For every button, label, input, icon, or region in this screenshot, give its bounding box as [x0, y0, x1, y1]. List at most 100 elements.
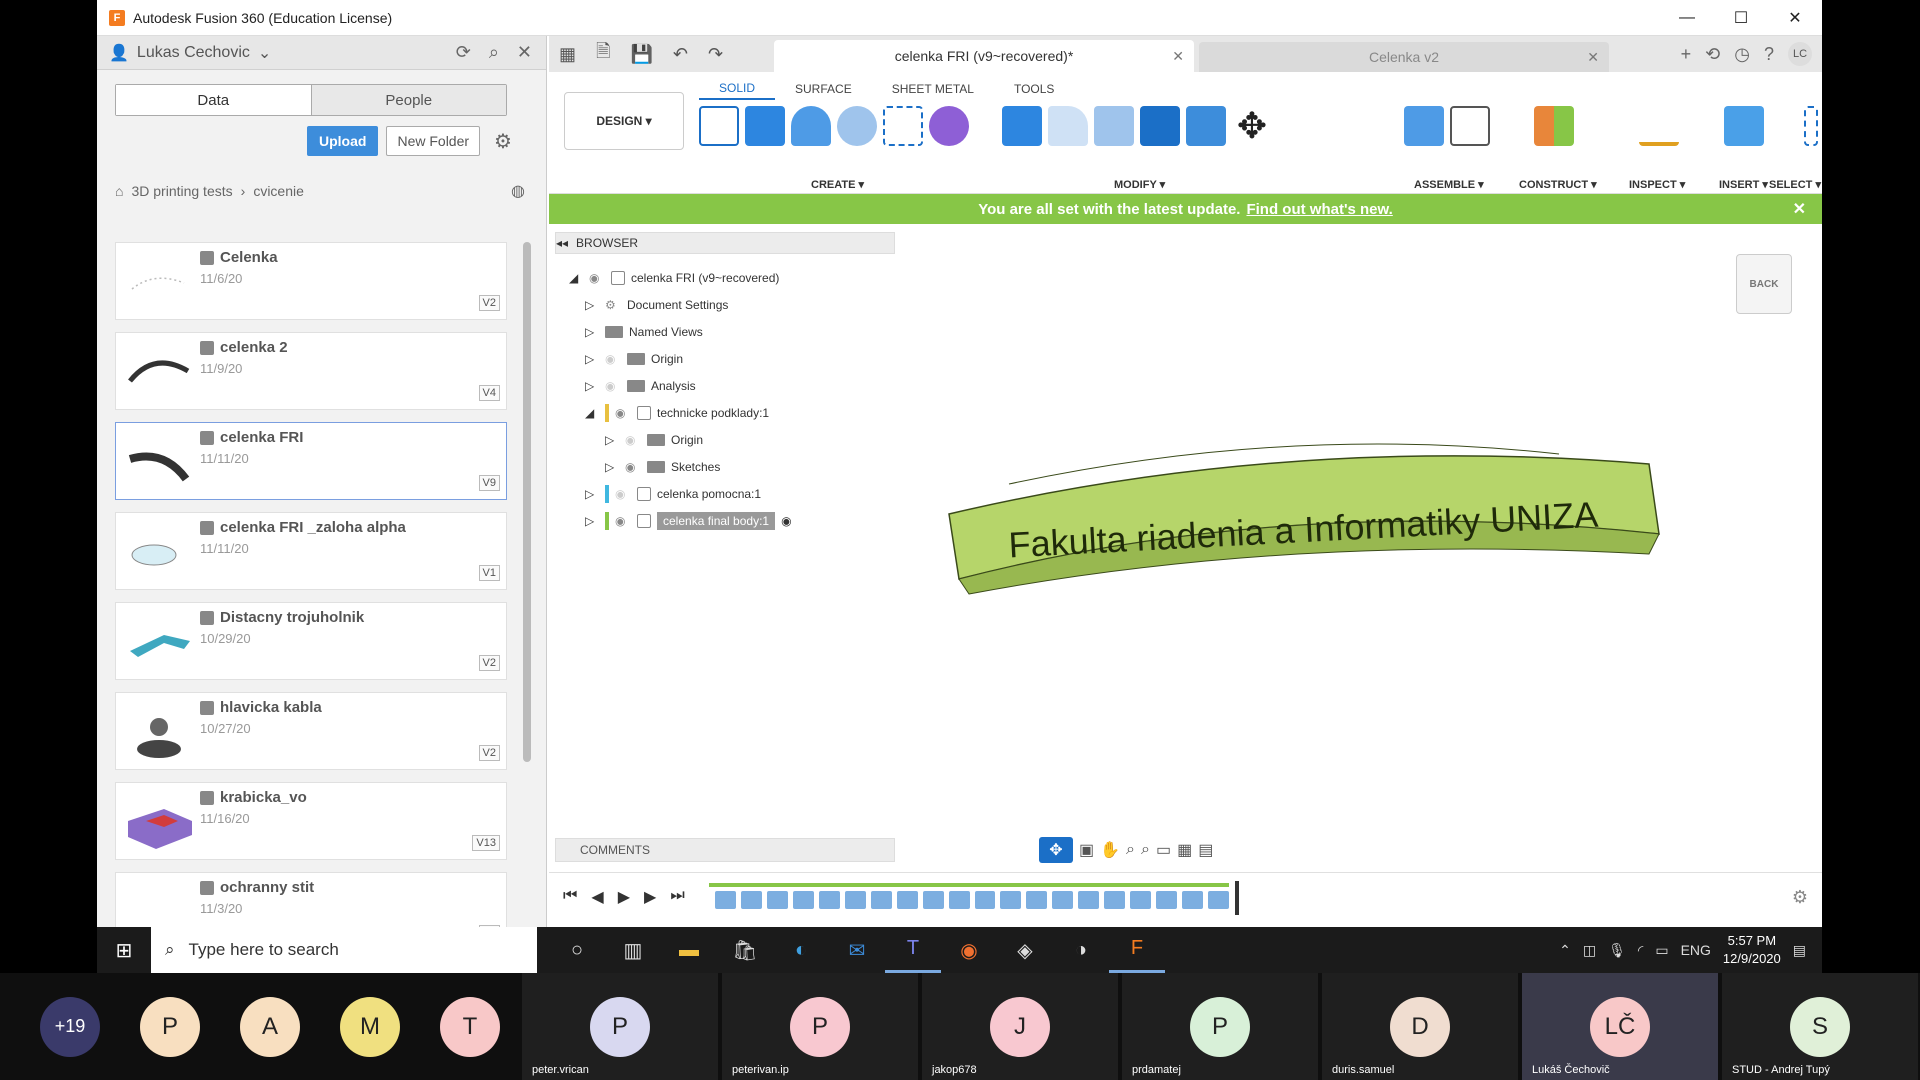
upload-button[interactable]: Upload [307, 126, 379, 156]
eye-icon[interactable]: ◉ [615, 514, 631, 528]
scrollbar[interactable] [523, 242, 531, 762]
tab-tools[interactable]: TOOLS [994, 78, 1074, 100]
new-component-icon[interactable] [1404, 106, 1444, 146]
store-icon[interactable]: 🛍 [717, 927, 773, 973]
participant-tile[interactable]: Dduris.samuel [1322, 973, 1518, 1080]
group-select[interactable]: SELECT [1769, 179, 1812, 191]
close-banner-icon[interactable]: ✕ [1793, 199, 1806, 219]
participant-tile[interactable]: +19 [30, 973, 110, 1080]
microphone-icon[interactable]: 🎙 [1608, 942, 1626, 959]
eye-icon[interactable]: ◉ [615, 406, 631, 420]
job-status-icon[interactable]: ⟲ [1705, 44, 1720, 65]
select-icon[interactable] [1804, 106, 1818, 146]
expand-icon[interactable]: ▷ [585, 487, 599, 501]
clock[interactable]: 5:57 PM 12/9/2020 [1723, 932, 1781, 968]
fusion-taskbar-icon[interactable]: F [1109, 927, 1165, 973]
version-badge[interactable]: V1 [478, 565, 500, 581]
tab-data[interactable]: Data [116, 85, 312, 115]
tab-surface[interactable]: SURFACE [775, 78, 872, 100]
expand-icon[interactable]: ◢ [569, 271, 583, 285]
battery-icon[interactable]: ▭ [1655, 942, 1668, 959]
participant-tile[interactable]: LČ Lukáš Čechovič [1522, 973, 1718, 1080]
task-view-icon[interactable]: ▥ [605, 927, 661, 973]
close-panel-icon[interactable]: ✕ [517, 42, 532, 63]
grid-settings-icon[interactable]: ▦ [1177, 840, 1192, 860]
save-icon[interactable]: 💾 [631, 44, 653, 65]
participant-tile[interactable]: Pprdamatej [1122, 973, 1318, 1080]
redo-icon[interactable]: ↷ [708, 44, 723, 65]
expand-icon[interactable]: ▷ [605, 460, 619, 474]
participant-tile[interactable]: Ppeterivan.ip [722, 973, 918, 1080]
taskbar-search[interactable]: ⌕ Type here to search [151, 927, 537, 973]
group-create[interactable]: CREATE [811, 179, 855, 191]
network-icon[interactable]: ◫ [1583, 942, 1596, 959]
viewcube[interactable]: BACK [1736, 254, 1792, 314]
refresh-icon[interactable]: ⟳ [456, 42, 471, 63]
move-icon[interactable]: ✥ [1232, 105, 1272, 146]
version-badge[interactable]: V13 [472, 835, 500, 851]
eye-off-icon[interactable]: ◉ [625, 433, 641, 447]
measure-icon[interactable] [1639, 106, 1679, 146]
browser-panel-header[interactable]: ◂◂ BROWSER [555, 232, 895, 254]
shell-icon[interactable] [1094, 106, 1134, 146]
headband-model[interactable]: Fakulta riadenia a Informatiky UNIZA [929, 424, 1669, 644]
eye-icon[interactable]: ◉ [625, 460, 641, 474]
tree-node[interactable]: ▷ ◉ Sketches [569, 453, 889, 480]
eye-off-icon[interactable]: ◉ [605, 379, 621, 393]
recorder-icon[interactable]: ◑ [1053, 927, 1109, 973]
close-window-button[interactable]: ✕ [1768, 0, 1822, 36]
group-inspect[interactable]: INSPECT [1629, 179, 1677, 191]
edge-icon[interactable]: ◐ [773, 927, 829, 973]
group-construct[interactable]: CONSTRUCT [1519, 179, 1588, 191]
step-forward-icon[interactable]: ▶ [644, 887, 656, 907]
group-assemble[interactable]: ASSEMBLE [1414, 179, 1475, 191]
tab-active-document[interactable]: celenka FRI (v9~recovered)* ✕ [774, 40, 1194, 72]
fit-icon[interactable]: ⌕ [1141, 841, 1150, 859]
expand-icon[interactable]: ▷ [585, 379, 599, 393]
tree-node[interactable]: ▷ ◉ celenka final body:1 ◉ [569, 507, 889, 534]
tab-sheet-metal[interactable]: SHEET METAL [872, 78, 994, 100]
participant-tile[interactable]: S STUD - Andrej Tupý [1722, 973, 1918, 1080]
participant-tile[interactable]: P [130, 973, 210, 1080]
extrude-icon[interactable] [745, 106, 785, 146]
help-icon[interactable]: ? [1764, 44, 1774, 65]
tree-node[interactable]: ▷ ◉ Origin [569, 426, 889, 453]
expand-icon[interactable]: ◢ [585, 406, 599, 420]
breadcrumb-item[interactable]: cvicenie [253, 183, 304, 199]
expand-icon[interactable]: ▷ [605, 433, 619, 447]
participant-tile[interactable]: M [330, 973, 410, 1080]
tree-node[interactable]: ▷ ◉ Origin [569, 345, 889, 372]
language-indicator[interactable]: ENG [1681, 942, 1711, 958]
maximize-button[interactable]: ☐ [1714, 0, 1768, 36]
wifi-icon[interactable]: ◜ [1638, 942, 1643, 959]
orbit-icon[interactable]: ✥ [1039, 837, 1073, 863]
tab-solid[interactable]: SOLID [699, 78, 776, 100]
joint-icon[interactable] [1450, 106, 1490, 146]
teams-icon[interactable]: T [885, 927, 941, 973]
list-item[interactable]: celenka 2 11/9/20 V4 [115, 332, 507, 410]
fillet-icon[interactable] [1048, 106, 1088, 146]
notifications-icon[interactable]: ▤ [1793, 942, 1806, 959]
history-icon[interactable]: ◷ [1734, 44, 1750, 65]
version-badge[interactable]: V4 [478, 385, 500, 401]
group-modify[interactable]: MODIFY [1114, 179, 1157, 191]
participant-tile[interactable]: A [230, 973, 310, 1080]
app-icon[interactable]: ◈ [997, 927, 1053, 973]
list-item[interactable]: Celenka 11/6/20 V2 [115, 242, 507, 320]
search-icon[interactable]: ⌕ [489, 42, 499, 63]
look-at-icon[interactable]: ▣ [1079, 840, 1094, 860]
undo-icon[interactable]: ↶ [673, 44, 688, 65]
go-to-start-icon[interactable]: ⏮ [563, 887, 577, 907]
version-badge[interactable]: V2 [478, 655, 500, 671]
viewports-icon[interactable]: ▤ [1198, 840, 1213, 860]
workspace-switcher[interactable]: DESIGN ▾ [564, 92, 684, 150]
display-settings-icon[interactable]: ▭ [1156, 840, 1171, 860]
group-insert[interactable]: INSERT [1719, 179, 1759, 191]
play-icon[interactable]: ▶ [618, 887, 630, 907]
list-item[interactable]: Distacny trojuholnik 10/29/20 V2 [115, 602, 507, 680]
minimize-button[interactable]: — [1660, 0, 1714, 36]
hole-icon[interactable] [837, 106, 877, 146]
list-item[interactable]: ochranny stit 11/3/20 V1 [115, 872, 507, 927]
expand-icon[interactable]: ▷ [585, 298, 599, 312]
avatar[interactable]: LC [1788, 42, 1812, 66]
